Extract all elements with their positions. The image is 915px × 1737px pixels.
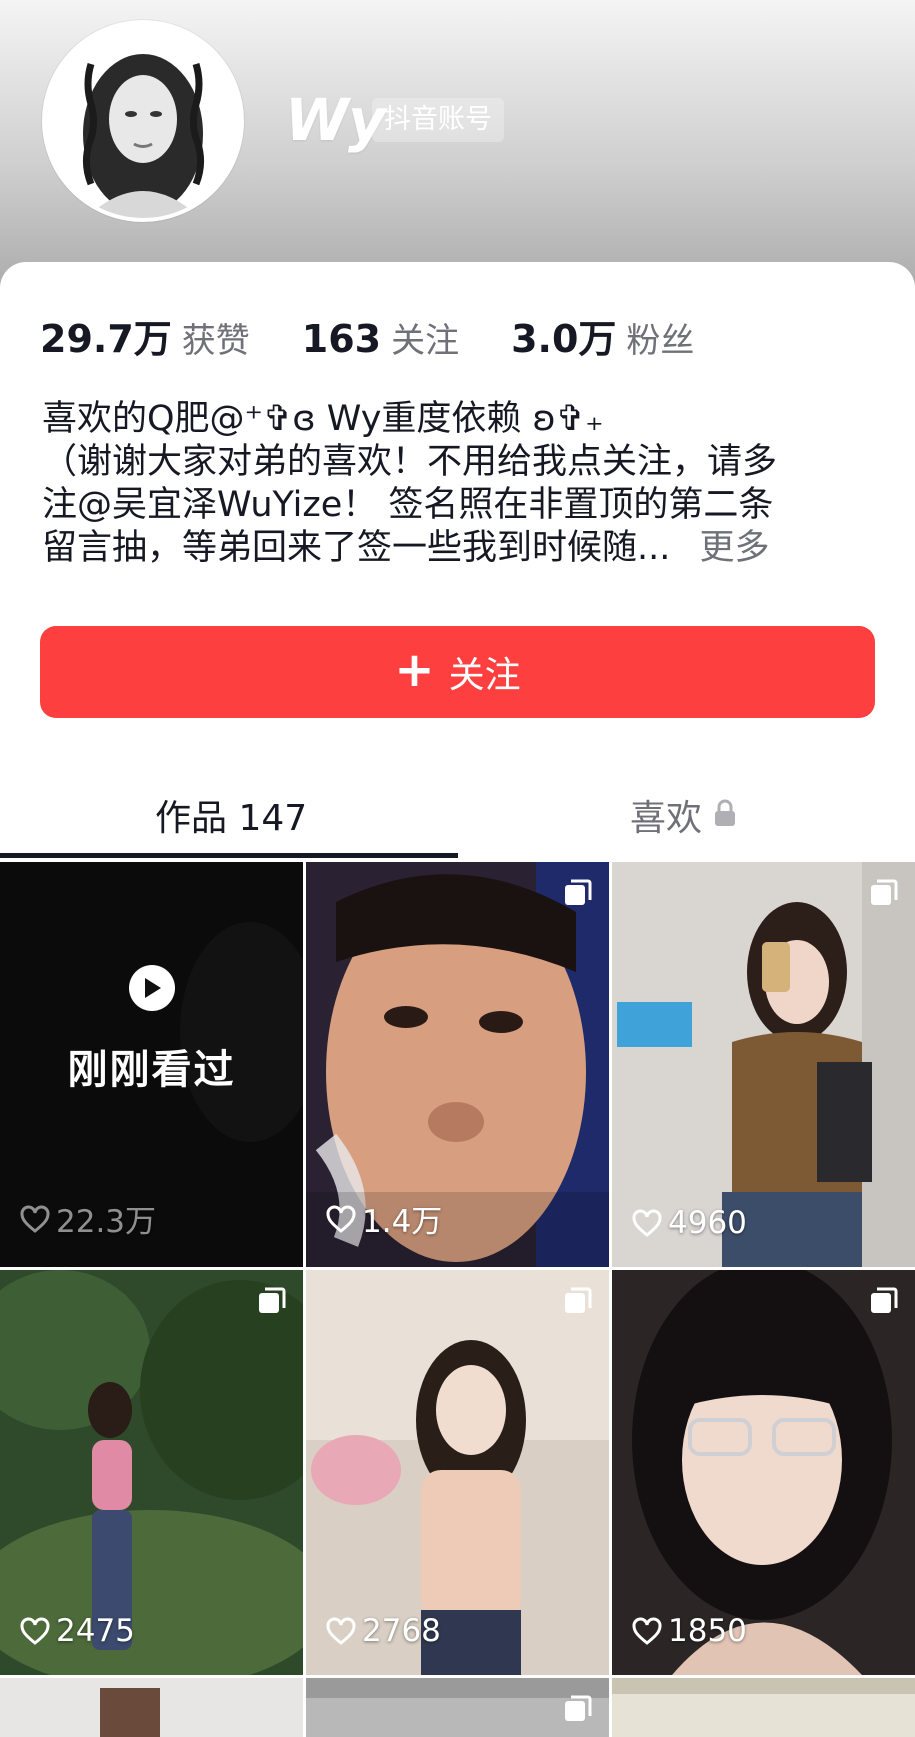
- play-icon: [128, 964, 175, 1011]
- video-grid: 刚刚看过 22.3万 1.4万 4960 2475 2768 1850: [0, 862, 915, 1737]
- tab-works[interactable]: 作品 147: [155, 770, 307, 860]
- multi-image-icon: [257, 1286, 287, 1316]
- like-count-value: 4960: [668, 1205, 747, 1241]
- bio-line: 注@吴宜泽WuYize！ 签名照在非置顶的第二条: [42, 485, 774, 525]
- lock-icon: [714, 795, 736, 836]
- follow-button-label: 关注: [448, 655, 521, 696]
- video-card[interactable]: 4960: [612, 862, 915, 1267]
- heart-icon: [20, 1617, 50, 1645]
- profile-nickname: Wy: [285, 86, 386, 154]
- like-count-value: 2475: [56, 1613, 135, 1649]
- bio-line: 留言抽，等弟回来了签一些我到时候随...: [42, 528, 671, 568]
- stat-value: 3.0万: [511, 317, 617, 361]
- bio-line: （谢谢大家对弟的喜欢！不用给我点关注，请多: [42, 442, 778, 482]
- like-count-value: 1850: [668, 1613, 747, 1649]
- tab-likes-label: 喜欢: [630, 798, 703, 839]
- profile-bio[interactable]: 喜欢的Q肥@⁺✞ɞ Wy重度依赖 ʚ✞₊ （谢谢大家对弟的喜欢！不用给我点关注，…: [42, 398, 877, 570]
- multi-image-icon: [869, 878, 899, 908]
- stat-value: 163: [301, 317, 382, 361]
- video-card[interactable]: 1850: [612, 1270, 915, 1675]
- profile-stats: 29.7万 获赞 163 关注 3.0万 粉丝: [40, 308, 746, 361]
- video-card[interactable]: 1.4万: [306, 862, 609, 1267]
- stat-label: 关注: [391, 321, 460, 361]
- avatar-image: [46, 24, 240, 218]
- video-card[interactable]: 刚刚看过 22.3万: [0, 862, 303, 1267]
- avatar[interactable]: [42, 20, 244, 222]
- profile-tabs: 作品 147 喜欢: [0, 770, 915, 860]
- bio-more-link[interactable]: 更多: [700, 528, 770, 568]
- account-type-badge: 抖音账号: [372, 98, 504, 142]
- multi-image-icon: [563, 878, 593, 908]
- bio-line-last: 留言抽，等弟回来了签一些我到时候随... 更多: [42, 527, 877, 570]
- like-count-value: 2768: [362, 1613, 441, 1649]
- tab-works-label: 作品 147: [155, 798, 308, 839]
- follow-button[interactable]: + 关注: [40, 626, 875, 718]
- video-like-count: 2768: [326, 1613, 441, 1649]
- heart-icon: [326, 1205, 356, 1233]
- stat-label: 获赞: [181, 321, 250, 361]
- video-card[interactable]: [306, 1678, 609, 1737]
- like-count-value: 1.4万: [362, 1204, 443, 1240]
- stat-following[interactable]: 163 关注: [302, 313, 459, 362]
- multi-image-icon: [563, 1286, 593, 1316]
- stat-followers[interactable]: 3.0万 粉丝: [511, 308, 694, 363]
- like-count-value: 22.3万: [56, 1204, 157, 1240]
- heart-icon: [632, 1209, 662, 1237]
- multi-image-icon: [869, 1286, 899, 1316]
- video-like-count: 1850: [632, 1613, 747, 1649]
- video-like-count: 4960: [632, 1205, 747, 1241]
- video-card[interactable]: 2768: [306, 1270, 609, 1675]
- recently-watched-label: 刚刚看过: [67, 1046, 236, 1093]
- multi-image-icon: [563, 1694, 593, 1724]
- bio-line: 喜欢的Q肥@⁺✞ɞ Wy重度依赖 ʚ✞₊: [42, 399, 604, 439]
- heart-icon: [20, 1205, 50, 1233]
- stat-likes[interactable]: 29.7万 获赞: [40, 308, 250, 363]
- video-like-count: 2475: [20, 1613, 135, 1649]
- tab-likes[interactable]: 喜欢: [630, 770, 736, 860]
- video-like-count: 1.4万: [326, 1196, 442, 1241]
- video-thumbnail: [0, 1678, 303, 1737]
- stat-label: 粉丝: [626, 321, 695, 361]
- plus-icon: +: [394, 642, 435, 698]
- video-like-count: 22.3万: [20, 1196, 156, 1241]
- video-thumbnail: [612, 1678, 915, 1737]
- video-card[interactable]: 2475: [0, 1270, 303, 1675]
- video-card[interactable]: [0, 1678, 303, 1737]
- heart-icon: [326, 1617, 356, 1645]
- stat-value: 29.7万: [40, 317, 172, 361]
- video-card[interactable]: [612, 1678, 915, 1737]
- active-tab-indicator: [0, 853, 458, 858]
- heart-icon: [632, 1617, 662, 1645]
